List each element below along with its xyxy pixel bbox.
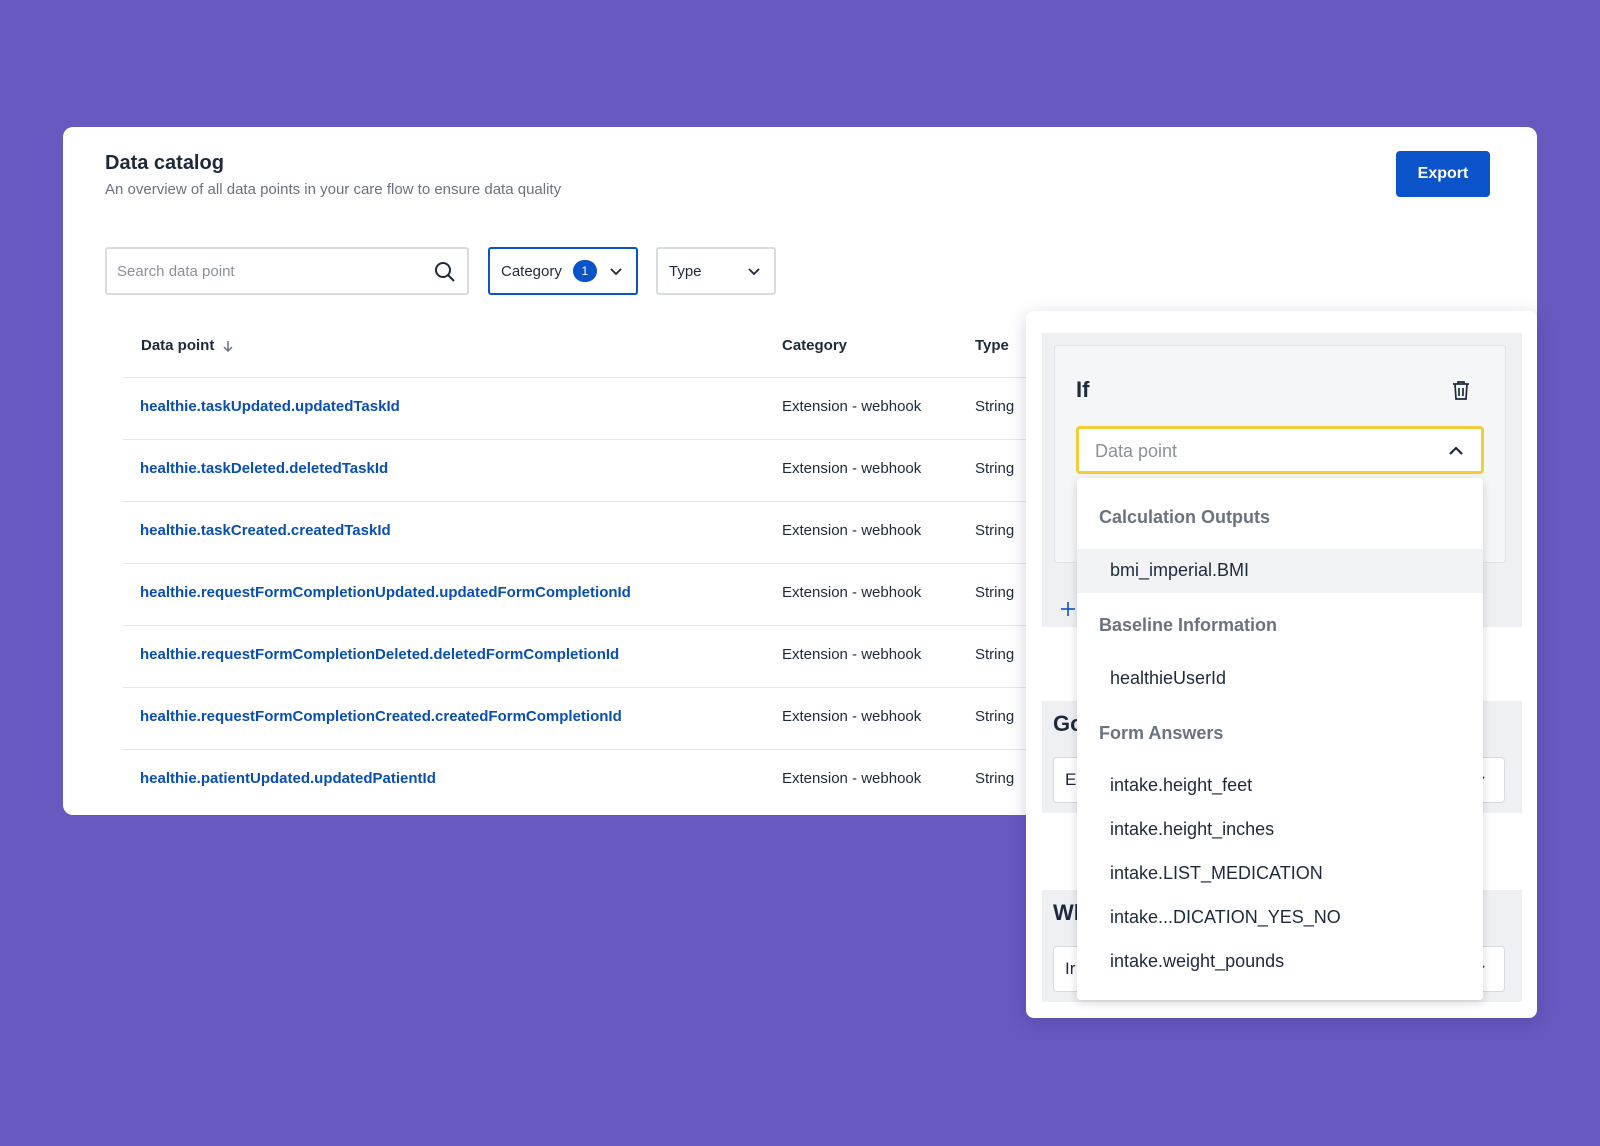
type-cell: String <box>975 708 1015 725</box>
data-point-link[interactable]: healthie.taskDeleted.deletedTaskId <box>140 460 388 477</box>
data-point-link[interactable]: healthie.taskCreated.createdTaskId <box>140 522 391 539</box>
category-cell: Extension - webhook <box>782 460 922 477</box>
dropdown-option[interactable]: intake.LIST_MEDICATION <box>1077 852 1483 896</box>
dropdown-option[interactable]: healthieUserId <box>1077 657 1483 701</box>
go-select-value: E <box>1065 770 1077 789</box>
wh-select-value: Ir <box>1065 959 1076 978</box>
chevron-down-icon <box>610 268 622 276</box>
search-box <box>105 247 469 295</box>
dropdown-group-label: Baseline Information <box>1099 615 1278 635</box>
dropdown-group-label: Calculation Outputs <box>1099 507 1270 527</box>
export-button[interactable]: Export <box>1396 151 1490 197</box>
data-point-link[interactable]: healthie.requestFormCompletionCreated.cr… <box>140 708 622 725</box>
dropdown-option[interactable]: intake.weight_pounds <box>1077 940 1483 984</box>
type-cell: String <box>975 522 1015 539</box>
type-cell: String <box>975 460 1015 477</box>
category-cell: Extension - webhook <box>782 398 922 415</box>
column-header-type: Type <box>975 337 1009 354</box>
page-title: Data catalog <box>105 152 224 174</box>
page-subtitle: An overview of all data points in your c… <box>105 181 562 198</box>
chevron-down-icon <box>748 268 760 276</box>
column-header-data-point[interactable]: Data point <box>141 337 235 354</box>
type-cell: String <box>975 398 1015 415</box>
column-header-category: Category <box>782 337 848 354</box>
data-point-select[interactable]: Data point <box>1076 426 1484 474</box>
category-cell: Extension - webhook <box>782 522 922 539</box>
arrow-down-icon[interactable] <box>221 339 235 353</box>
data-point-link[interactable]: healthie.taskUpdated.updatedTaskId <box>140 398 400 415</box>
type-cell: String <box>975 584 1015 601</box>
dropdown-option[interactable]: intake.height_feet <box>1077 764 1483 808</box>
type-cell: String <box>975 770 1015 787</box>
condition-panel: Go E Wh Ir If Data point Calculation Out… <box>1026 311 1537 1018</box>
dropdown-group-label: Form Answers <box>1099 723 1224 743</box>
category-cell: Extension - webhook <box>782 584 922 601</box>
category-filter[interactable]: Category 1 <box>488 247 638 295</box>
trash-icon[interactable] <box>1450 379 1472 401</box>
category-count-badge: 1 <box>572 260 597 282</box>
search-input[interactable] <box>117 249 417 293</box>
dropdown-option[interactable]: intake.height_inches <box>1077 808 1483 852</box>
if-title: If <box>1076 377 1090 402</box>
column-header-label: Data point <box>141 337 215 354</box>
type-cell: String <box>975 646 1015 663</box>
data-point-link[interactable]: healthie.patientUpdated.updatedPatientId <box>140 770 436 787</box>
category-cell: Extension - webhook <box>782 646 922 663</box>
dropdown-option[interactable]: bmi_imperial.BMI <box>1077 549 1483 593</box>
category-cell: Extension - webhook <box>782 708 922 725</box>
search-icon[interactable] <box>433 260 457 284</box>
type-filter-label: Type <box>669 262 702 280</box>
data-point-dropdown: Calculation Outputs bmi_imperial.BMI Bas… <box>1077 478 1483 1000</box>
data-point-link[interactable]: healthie.requestFormCompletionUpdated.up… <box>140 584 631 601</box>
category-filter-label: Category <box>501 262 562 280</box>
plus-icon[interactable] <box>1060 601 1076 617</box>
data-point-link[interactable]: healthie.requestFormCompletionDeleted.de… <box>140 646 619 663</box>
category-cell: Extension - webhook <box>782 770 922 787</box>
chevron-up-icon <box>1449 446 1463 455</box>
type-filter[interactable]: Type <box>656 247 776 295</box>
data-point-placeholder: Data point <box>1095 441 1178 461</box>
dropdown-option[interactable]: intake...DICATION_YES_NO <box>1077 896 1483 940</box>
